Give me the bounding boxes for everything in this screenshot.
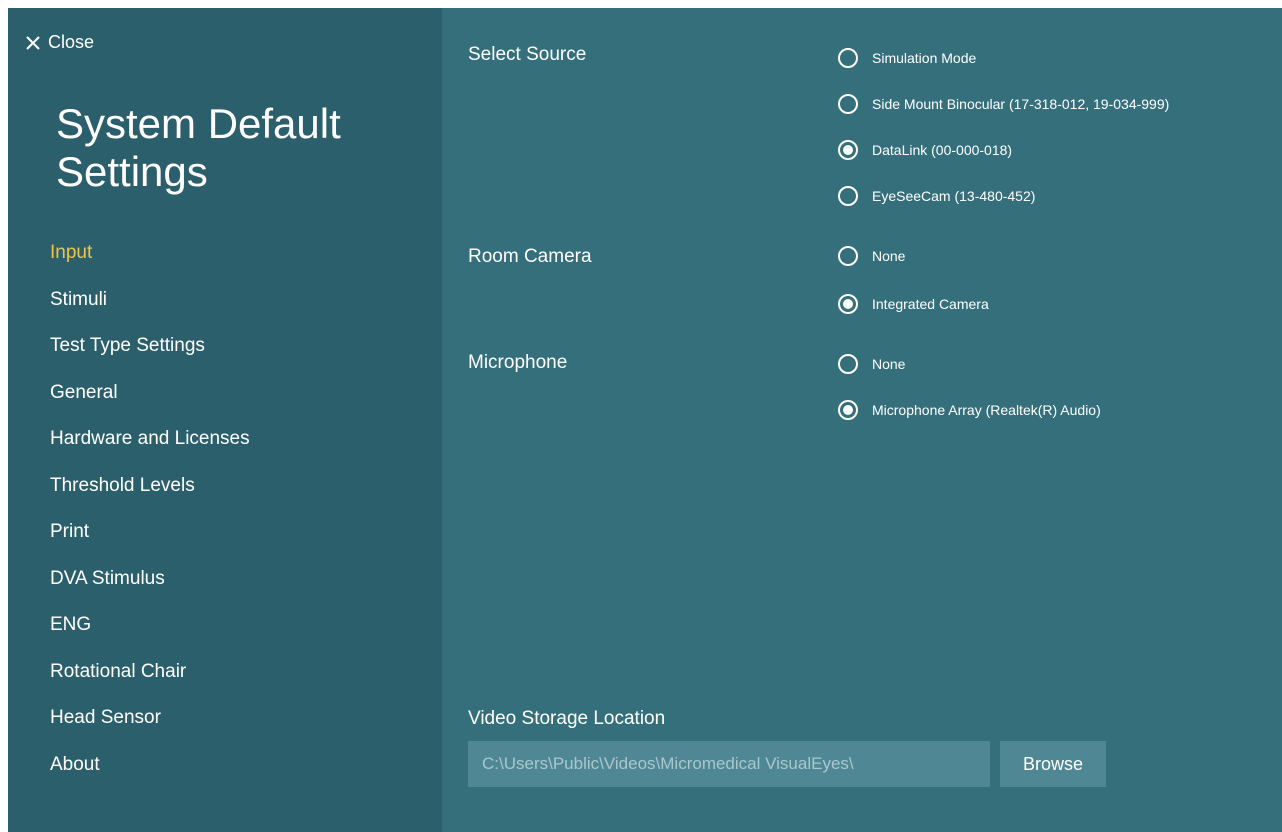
nav-item-eng[interactable]: ENG [50, 610, 430, 657]
settings-window: Close System Default Settings Input Stim… [0, 0, 1282, 832]
radio-button[interactable] [838, 354, 858, 374]
nav-item-general[interactable]: General [50, 378, 430, 425]
microphone-option-none[interactable]: None [838, 354, 905, 374]
radio-label: Simulation Mode [872, 50, 977, 66]
radio-label: None [872, 356, 906, 372]
browse-button[interactable]: Browse [1000, 741, 1106, 787]
radio-label: Integrated Camera [872, 296, 989, 312]
nav-item-about[interactable]: About [50, 750, 430, 797]
nav-item-test-type-settings[interactable]: Test Type Settings [50, 331, 430, 378]
radio-button-selected[interactable] [838, 140, 858, 160]
radio-button[interactable] [838, 48, 858, 68]
radio-button-selected[interactable] [838, 400, 858, 420]
microphone-option-array[interactable]: Microphone Array (Realtek(R) Audio) [838, 400, 1101, 420]
room-camera-label: Room Camera [468, 246, 592, 267]
microphone-label: Microphone [468, 352, 568, 373]
close-label: Close [48, 32, 95, 52]
radio-label: Side Mount Binocular (17-318-012, 19-034… [872, 96, 1170, 112]
settings-nav: Input Stimuli Test Type Settings General… [50, 238, 430, 796]
nav-item-stimuli[interactable]: Stimuli [50, 285, 430, 332]
nav-item-input[interactable]: Input [50, 238, 430, 285]
page-title: System Default Settings [56, 100, 341, 195]
room-camera-option-integrated-camera[interactable]: Integrated Camera [838, 294, 989, 314]
video-storage-path-input[interactable] [468, 741, 990, 787]
radio-button[interactable] [838, 94, 858, 114]
select-source-label: Select Source [468, 44, 587, 65]
source-option-eyeseecam[interactable]: EyeSeeCam (13-480-452) [838, 186, 1035, 206]
source-option-side-mount-binocular[interactable]: Side Mount Binocular (17-318-012, 19-034… [838, 94, 1169, 114]
radio-button[interactable] [838, 246, 858, 266]
close-icon [26, 35, 40, 50]
nav-item-hardware-and-licenses[interactable]: Hardware and Licenses [50, 424, 430, 471]
close-button[interactable]: Close [26, 32, 94, 53]
sidebar: Close System Default Settings Input Stim… [8, 8, 442, 832]
source-option-simulation-mode[interactable]: Simulation Mode [838, 48, 976, 68]
radio-label: Microphone Array (Realtek(R) Audio) [872, 402, 1101, 418]
radio-label: EyeSeeCam (13-480-452) [872, 188, 1036, 204]
source-option-datalink[interactable]: DataLink (00-000-018) [838, 140, 1012, 160]
video-storage-label: Video Storage Location [468, 708, 666, 729]
nav-item-head-sensor[interactable]: Head Sensor [50, 703, 430, 750]
nav-item-rotational-chair[interactable]: Rotational Chair [50, 657, 430, 704]
nav-item-print[interactable]: Print [50, 517, 430, 564]
room-camera-option-none[interactable]: None [838, 246, 905, 266]
input-settings-panel: Select Source Simulation Mode Side Mount… [442, 8, 1282, 832]
radio-label: None [872, 248, 906, 264]
radio-label: DataLink (00-000-018) [872, 142, 1013, 158]
nav-item-threshold-levels[interactable]: Threshold Levels [50, 471, 430, 518]
radio-button[interactable] [838, 186, 858, 206]
nav-item-dva-stimulus[interactable]: DVA Stimulus [50, 564, 430, 611]
radio-button-selected[interactable] [838, 294, 858, 314]
